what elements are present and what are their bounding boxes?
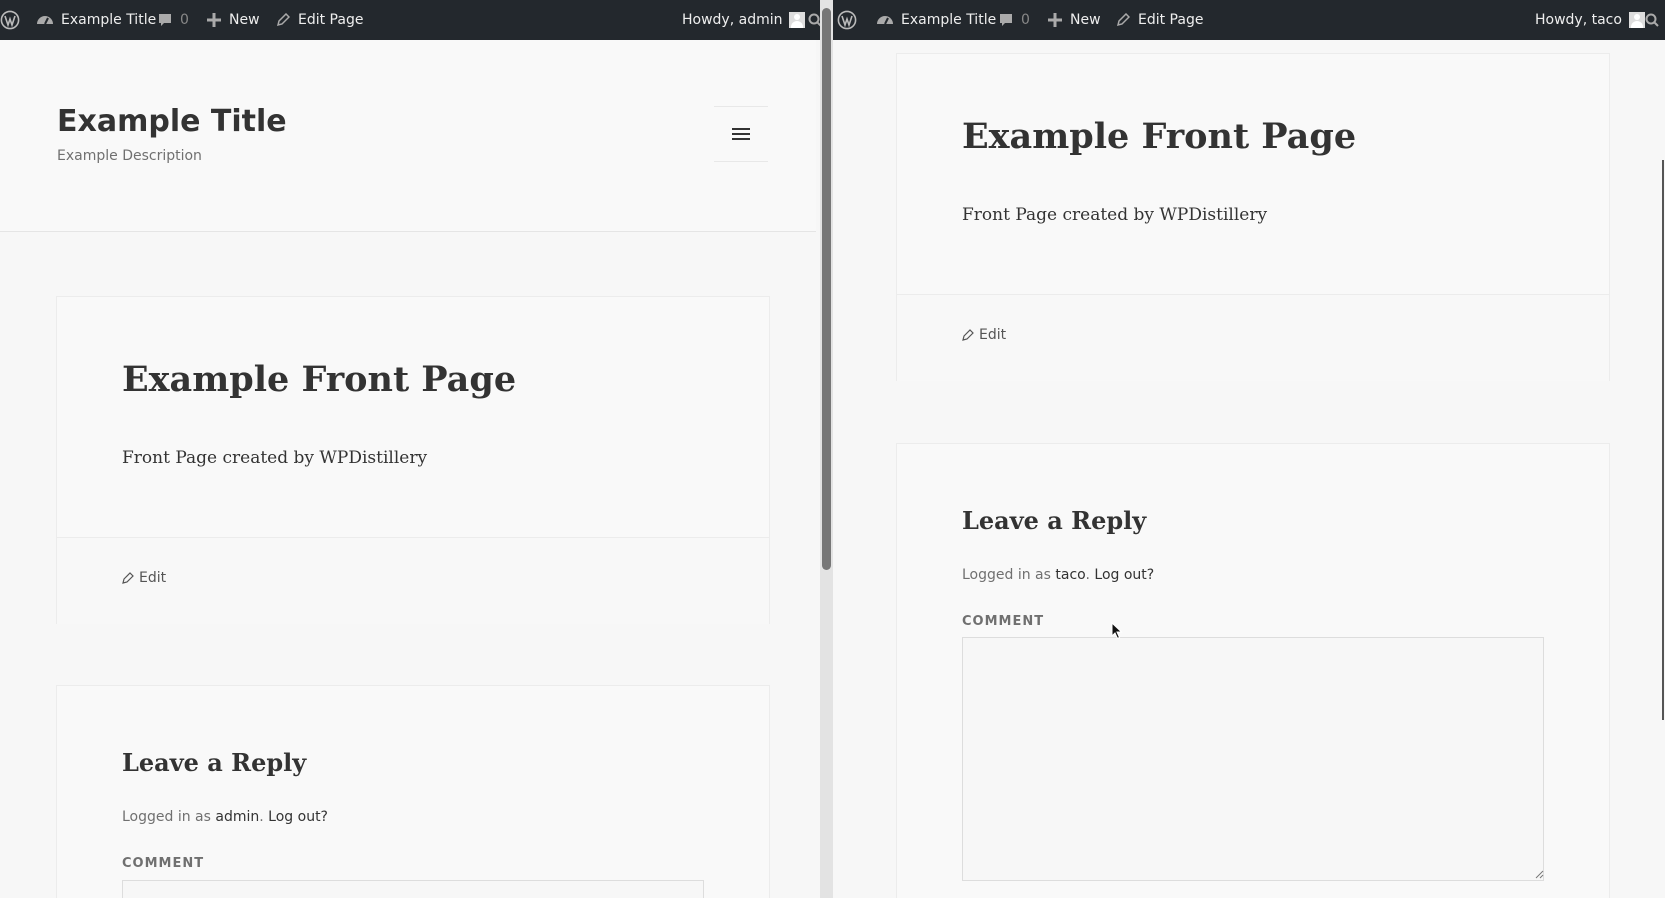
- search-icon: [808, 13, 820, 27]
- comment-textarea[interactable]: [962, 637, 1544, 881]
- logged-in-as: Logged in as admin. Log out?: [122, 809, 328, 825]
- user-avatar-icon: [1628, 12, 1645, 28]
- left-browser-pane: Example Title 0 New Edit Page Howdy, adm…: [0, 0, 820, 898]
- admin-bar: Example Title 0 New Edit Page Howdy, adm…: [0, 0, 820, 40]
- reply-title: Leave a Reply: [122, 748, 307, 777]
- account-menu[interactable]: Howdy, taco: [1535, 0, 1645, 40]
- page-content: Front Page created by WPDistillery: [962, 205, 1268, 225]
- page-content: Front Page created by WPDistillery: [122, 448, 428, 468]
- page-article: Example Front Page Front Page created by…: [896, 53, 1610, 381]
- comments-link[interactable]: 0: [157, 0, 189, 40]
- search-toggle[interactable]: [808, 0, 820, 40]
- site-header: Example Title Example Description: [0, 40, 816, 232]
- howdy-label: Howdy, taco: [1535, 12, 1622, 28]
- site-name-label: Example Title: [61, 12, 157, 28]
- reply-title: Leave a Reply: [962, 506, 1147, 535]
- comment-bubble-icon: [1000, 14, 1012, 26]
- wordpress-logo-button[interactable]: [0, 0, 20, 40]
- wordpress-logo-button[interactable]: [837, 0, 857, 40]
- comments-link[interactable]: 0: [998, 0, 1030, 40]
- sentence-separator: .: [259, 809, 264, 825]
- site-title-link[interactable]: Example Title: [57, 104, 287, 139]
- comment-label: COMMENT: [122, 856, 205, 871]
- logged-in-prefix: Logged in as: [122, 809, 211, 825]
- pencil-icon: [1116, 13, 1130, 27]
- edit-link-label: Edit: [979, 327, 1007, 343]
- comment-respond: Leave a Reply Logged in as admin. Log ou…: [56, 685, 770, 898]
- edit-link[interactable]: Edit: [122, 570, 166, 586]
- search-icon: [1645, 13, 1659, 27]
- logout-link[interactable]: Log out?: [268, 809, 328, 825]
- logged-in-as: Logged in as taco. Log out?: [962, 567, 1154, 583]
- site-name-link[interactable]: Example Title: [876, 0, 996, 40]
- wordpress-logo-icon: [837, 10, 857, 30]
- account-menu[interactable]: Howdy, admin: [682, 0, 806, 40]
- page-title: Example Front Page: [122, 359, 517, 400]
- resize-handle-icon[interactable]: [1535, 870, 1544, 879]
- new-content-link[interactable]: New: [1048, 0, 1101, 40]
- menu-toggle-button[interactable]: [714, 106, 768, 162]
- wordpress-logo-icon: [0, 10, 20, 30]
- search-toggle[interactable]: [1645, 0, 1659, 40]
- site-name-label: Example Title: [901, 12, 997, 28]
- comment-label: COMMENT: [962, 614, 1045, 629]
- logout-link[interactable]: Log out?: [1094, 567, 1154, 583]
- right-browser-pane: Example Title 0 New Edit Page Howdy, tac…: [833, 0, 1665, 898]
- plus-icon: [207, 13, 221, 27]
- comment-bubble-icon: [159, 14, 171, 26]
- new-content-link[interactable]: New: [207, 0, 260, 40]
- logged-in-prefix: Logged in as: [962, 567, 1051, 583]
- new-label: New: [229, 12, 260, 28]
- edit-page-label: Edit Page: [298, 12, 364, 28]
- new-label: New: [1070, 12, 1101, 28]
- sentence-separator: .: [1085, 567, 1090, 583]
- edit-link-label: Edit: [139, 570, 167, 586]
- site-name-link[interactable]: Example Title: [36, 0, 156, 40]
- edit-page-label: Edit Page: [1138, 12, 1204, 28]
- mouse-cursor-icon: [1111, 622, 1123, 640]
- user-avatar-icon: [789, 12, 806, 28]
- comment-textarea[interactable]: [122, 880, 704, 898]
- profile-link[interactable]: taco: [1055, 567, 1085, 583]
- howdy-label: Howdy, admin: [682, 12, 783, 28]
- comments-count: 0: [1021, 12, 1030, 28]
- left-scrollbar-thumb[interactable]: [822, 8, 831, 570]
- plus-icon: [1048, 13, 1062, 27]
- menu-icon: [732, 128, 750, 140]
- right-scrollbar[interactable]: [1662, 160, 1664, 720]
- pencil-icon: [276, 13, 290, 27]
- profile-link[interactable]: admin: [215, 809, 259, 825]
- pencil-icon: [962, 329, 974, 341]
- page-title: Example Front Page: [962, 116, 1357, 157]
- site-description: Example Description: [57, 148, 202, 164]
- page-article: Example Front Page Front Page created by…: [56, 296, 770, 624]
- dashboard-icon: [37, 16, 53, 25]
- comments-count: 0: [180, 12, 189, 28]
- comment-respond: Leave a Reply Logged in as taco. Log out…: [896, 443, 1610, 898]
- edit-link[interactable]: Edit: [962, 327, 1006, 343]
- admin-bar: Example Title 0 New Edit Page Howdy, tac…: [833, 0, 1665, 40]
- dashboard-icon: [877, 16, 893, 25]
- edit-page-link[interactable]: Edit Page: [1116, 0, 1203, 40]
- pencil-icon: [122, 572, 134, 584]
- edit-page-link[interactable]: Edit Page: [276, 0, 363, 40]
